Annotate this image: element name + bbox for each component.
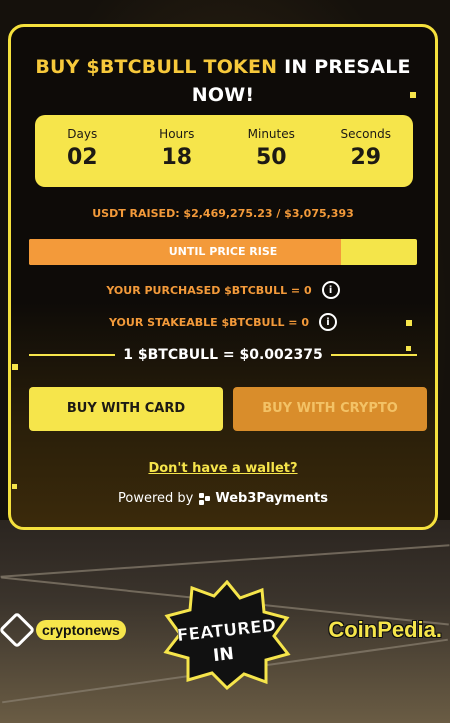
wire-line xyxy=(0,544,450,578)
web3payments-brand[interactable]: Web3Payments xyxy=(199,491,328,506)
purchased-row: YOUR PURCHASED $BTCBULL = 0 i xyxy=(11,281,435,299)
countdown-value: 02 xyxy=(66,145,98,170)
decorative-square xyxy=(410,92,416,98)
buy-with-card-button[interactable]: BUY WITH CARD xyxy=(29,387,223,431)
decorative-square xyxy=(12,484,17,489)
decorative-square xyxy=(406,346,411,351)
countdown-value: 29 xyxy=(350,145,382,170)
countdown-timer: Days 02 Hours 18 Minutes 50 Seconds 29 xyxy=(35,115,413,187)
info-icon[interactable]: i xyxy=(321,281,340,299)
cryptonews-logo[interactable]: cryptonews xyxy=(0,611,126,649)
countdown-label: Hours xyxy=(159,127,195,141)
countdown-value: 50 xyxy=(255,145,287,170)
countdown-minutes: Minutes 50 xyxy=(224,115,319,187)
featured-in-badge: FEATURED IN xyxy=(163,580,291,690)
coinpedia-logo[interactable]: CoinPedia. xyxy=(328,617,450,643)
stakeable-label: YOUR STAKEABLE $BTCBULL = 0 xyxy=(108,315,309,329)
countdown-label: Seconds xyxy=(340,127,391,141)
no-wallet-link[interactable]: Don't have a wallet? xyxy=(11,461,435,476)
decorative-square xyxy=(12,364,18,370)
cryptonews-icon xyxy=(0,611,36,649)
web3payments-label: Web3Payments xyxy=(215,491,328,506)
decorative-square xyxy=(406,320,412,326)
web3payments-icon xyxy=(199,492,211,505)
info-icon[interactable]: i xyxy=(319,313,337,331)
stakeable-row: YOUR STAKEABLE $BTCBULL = 0 i xyxy=(11,313,435,331)
divider xyxy=(29,354,116,356)
title-line2: NOW! xyxy=(191,84,255,106)
countdown-seconds: Seconds 29 xyxy=(319,115,414,187)
purchased-label: YOUR PURCHASED $BTCBULL = 0 xyxy=(106,283,312,297)
countdown-label: Minutes xyxy=(247,127,295,141)
powered-by: Powered by Web3Payments xyxy=(11,491,435,506)
countdown-value: 18 xyxy=(161,145,193,170)
cryptonews-label: cryptonews xyxy=(36,620,126,640)
usdt-raised: USDT RAISED: $2,469,275.23 / $3,075,393 xyxy=(92,207,354,220)
price-text: 1 $BTCBULL = $0.002375 xyxy=(123,347,323,363)
presale-widget: BUY $BTCBULL TOKEN IN PRESALE NOW! Days … xyxy=(8,24,438,530)
buy-with-crypto-button[interactable]: BUY WITH CRYPTO xyxy=(233,387,427,431)
featured-in-section: cryptonews FEATURED IN CoinPedia. xyxy=(0,580,450,690)
countdown-label: Days xyxy=(67,127,98,141)
countdown-hours: Hours 18 xyxy=(130,115,225,187)
progress-label: UNTIL PRICE RISE xyxy=(168,245,278,258)
presale-title: BUY $BTCBULL TOKEN IN PRESALE NOW! xyxy=(11,53,435,109)
divider xyxy=(330,354,417,356)
powered-prefix: Powered by xyxy=(118,491,194,506)
token-price: 1 $BTCBULL = $0.002375 xyxy=(29,345,417,365)
countdown-days: Days 02 xyxy=(35,115,130,187)
presale-progress-bar: UNTIL PRICE RISE xyxy=(29,239,417,265)
title-rest: IN PRESALE xyxy=(277,56,411,78)
title-accent: BUY $BTCBULL TOKEN xyxy=(35,56,278,78)
badge-line2: IN xyxy=(212,644,235,666)
